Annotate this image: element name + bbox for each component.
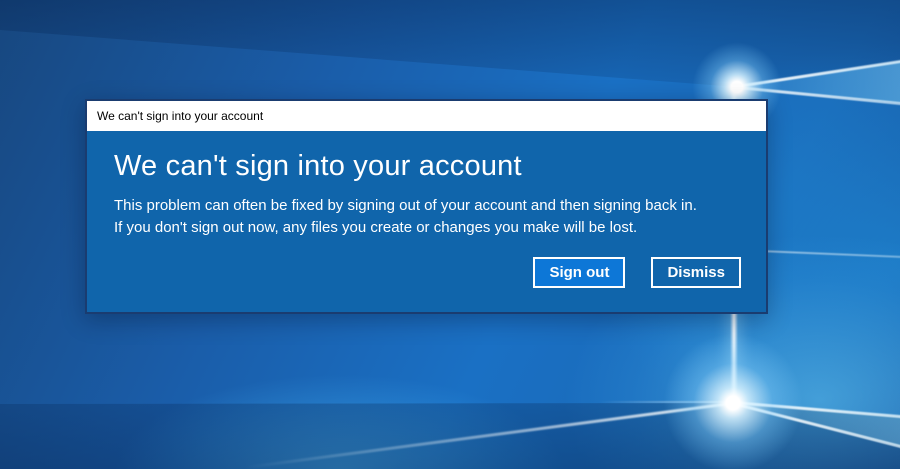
wallpaper-beam-down-left bbox=[244, 401, 733, 469]
dialog-titlebar[interactable]: We can't sign into your account bbox=[87, 101, 766, 131]
dialog-titlebar-text: We can't sign into your account bbox=[97, 109, 264, 123]
wallpaper-beam-bottom-upper bbox=[732, 401, 900, 419]
sign-out-dialog-window: We can't sign into your account We can't… bbox=[85, 99, 768, 314]
sign-out-button[interactable]: Sign out bbox=[533, 257, 626, 288]
wallpaper-beam-top-upper bbox=[736, 59, 900, 88]
dialog-message: This problem can often be fixed by signi… bbox=[114, 195, 741, 239]
desktop-wallpaper: We can't sign into your account We can't… bbox=[0, 0, 900, 469]
dialog-button-row: Sign out Dismiss bbox=[533, 257, 741, 288]
dialog-heading: We can't sign into your account bbox=[114, 150, 522, 182]
wallpaper-beam-bottom-lower bbox=[732, 402, 900, 449]
dialog-message-line-2: If you don't sign out now, any files you… bbox=[114, 219, 638, 237]
wallpaper-top-edge-wedge bbox=[737, 61, 900, 103]
wallpaper-flare-bottom bbox=[663, 333, 803, 469]
wallpaper-sky-band bbox=[0, 0, 900, 87]
dismiss-button[interactable]: Dismiss bbox=[651, 257, 741, 288]
wallpaper-bottom-edge-wedge bbox=[733, 402, 900, 446]
wallpaper-floor-band bbox=[0, 403, 900, 469]
wallpaper-beam-left-fade bbox=[598, 401, 735, 403]
dialog-message-line-1: This problem can often be fixed by signi… bbox=[114, 197, 697, 215]
dialog-body: We can't sign into your account This pro… bbox=[87, 131, 766, 312]
